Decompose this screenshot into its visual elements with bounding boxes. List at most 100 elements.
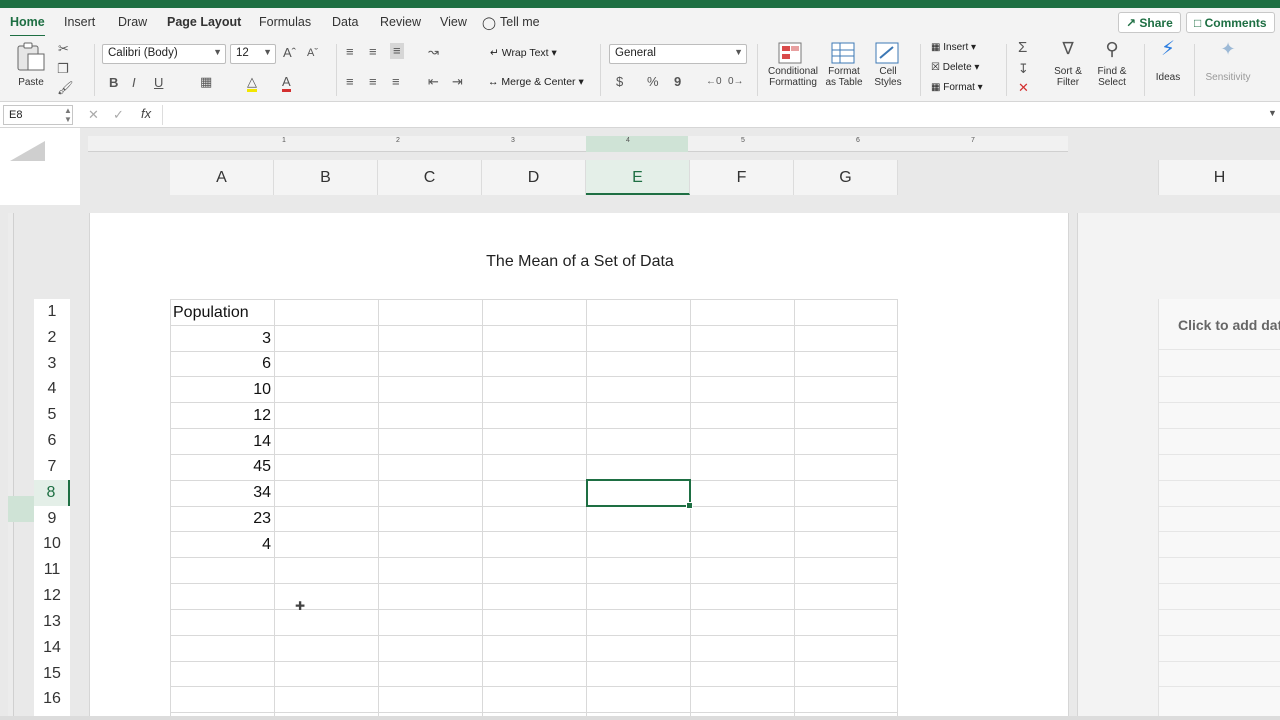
row-header-15[interactable]: 15 <box>34 661 70 687</box>
column-header-d[interactable]: D <box>482 160 586 195</box>
comma-button[interactable]: 9 <box>674 75 681 89</box>
row-header-9[interactable]: 9 <box>34 506 70 532</box>
fill-color-icon[interactable]: △ <box>247 75 257 92</box>
comments-button[interactable]: □ Comments <box>1186 12 1275 33</box>
sensitivity-button[interactable]: ✦ Sensitivity <box>1202 40 1254 83</box>
align-bottom-icon[interactable]: ≡ <box>390 43 404 59</box>
cell-a10[interactable]: 4 <box>170 532 274 558</box>
column-header-e[interactable]: E <box>586 160 690 195</box>
row-header-3[interactable]: 3 <box>34 351 70 377</box>
align-top-icon[interactable]: ≡ <box>346 45 354 59</box>
copy-icon[interactable]: ❐ <box>57 62 69 76</box>
cell-a8[interactable]: 34 <box>170 480 274 506</box>
format-cells-button[interactable]: ▦ Format ▾ <box>931 82 983 93</box>
column-header-g[interactable]: G <box>794 160 898 195</box>
ideas-button[interactable]: ⚡ Ideas <box>1152 39 1184 83</box>
cell-a6[interactable]: 14 <box>170 429 274 455</box>
tab-page-layout[interactable]: Page Layout <box>167 15 241 29</box>
row-header-10[interactable]: 10 <box>34 531 70 557</box>
tab-draw[interactable]: Draw <box>118 15 147 29</box>
align-left-icon[interactable]: ≡ <box>346 75 354 89</box>
column-header-a[interactable]: A <box>170 160 274 195</box>
paste-button[interactable]: Paste <box>14 42 48 88</box>
cell-a7[interactable]: 45 <box>170 454 274 480</box>
fx-icon[interactable]: fx <box>141 106 151 121</box>
format-painter-icon[interactable]: 🖌 <box>57 81 74 95</box>
conditional-formatting-button[interactable]: Conditional Formatting <box>766 42 820 88</box>
row-header-6[interactable]: 6 <box>34 428 70 454</box>
row-header-7[interactable]: 7 <box>34 454 70 480</box>
decrease-font-icon[interactable]: Aˇ <box>307 46 318 60</box>
tab-home[interactable]: Home <box>10 15 45 37</box>
share-button[interactable]: ↗ Share <box>1118 12 1181 33</box>
cancel-icon[interactable]: ✕ <box>88 107 99 123</box>
cell-grid[interactable]: Population 3 6 10 12 14 45 34 23 4 ✚ <box>170 299 898 720</box>
underline-button[interactable]: U <box>154 76 163 90</box>
tab-formulas[interactable]: Formulas <box>259 15 311 29</box>
font-color-icon[interactable]: A <box>282 75 291 92</box>
chevron-down-icon[interactable]: ▼ <box>1268 108 1277 118</box>
align-right-icon[interactable]: ≡ <box>392 75 400 89</box>
tell-me-search[interactable]: Tell me <box>500 15 540 29</box>
row-header-11[interactable]: 11 <box>34 557 70 583</box>
clear-icon[interactable]: ✕ <box>1018 81 1029 95</box>
tab-data[interactable]: Data <box>332 15 358 29</box>
column-header-f[interactable]: F <box>690 160 794 195</box>
align-center-icon[interactable]: ≡ <box>369 75 377 89</box>
check-icon[interactable]: ✓ <box>113 107 124 123</box>
currency-button[interactable]: $ <box>616 75 623 89</box>
cell-a4[interactable]: 10 <box>170 377 274 403</box>
merge-center-button[interactable]: ↔ Merge & Center ▾ <box>488 76 584 88</box>
cell-a1[interactable]: Population <box>170 300 274 326</box>
font-size-dropdown[interactable]: 12 ▼ <box>230 44 276 64</box>
page-header-title[interactable]: The Mean of a Set of Data <box>90 253 1070 271</box>
tab-insert[interactable]: Insert <box>64 15 95 29</box>
sort-filter-button[interactable]: ∇ Sort & Filter <box>1050 40 1086 88</box>
align-middle-icon[interactable]: ≡ <box>369 45 377 59</box>
row-header-13[interactable]: 13 <box>34 609 70 635</box>
select-all-corner[interactable] <box>0 128 80 205</box>
increase-indent-icon[interactable]: ⇥ <box>452 75 463 89</box>
borders-icon[interactable]: ▦ <box>200 75 212 89</box>
formula-input[interactable] <box>162 105 1262 125</box>
row-header-12[interactable]: 12 <box>34 583 70 609</box>
increase-decimal-icon[interactable]: ←0 <box>706 75 722 89</box>
italic-button[interactable]: I <box>132 76 136 90</box>
column-header-h[interactable]: H <box>1158 160 1280 195</box>
row-header-5[interactable]: 5 <box>34 402 70 428</box>
wrap-text-button[interactable]: ↵ Wrap Text ▾ <box>490 47 557 59</box>
bold-button[interactable]: B <box>109 76 118 90</box>
increase-font-icon[interactable]: Aˆ <box>283 46 296 60</box>
autosum-icon[interactable]: Σ <box>1018 40 1027 55</box>
row-header-1[interactable]: 1 <box>34 299 70 325</box>
active-cell-e8[interactable] <box>586 479 693 509</box>
decrease-indent-icon[interactable]: ⇤ <box>428 75 439 89</box>
orientation-icon[interactable]: ↝ <box>428 45 439 59</box>
cell-a3[interactable]: 6 <box>170 351 274 377</box>
row-header-2[interactable]: 2 <box>34 325 70 351</box>
tab-view[interactable]: View <box>440 15 467 29</box>
cell-a5[interactable]: 12 <box>170 403 274 429</box>
decrease-decimal-icon[interactable]: 0→ <box>728 75 744 89</box>
format-as-table-button[interactable]: Format as Table <box>822 42 866 88</box>
row-header-14[interactable]: 14 <box>34 635 70 661</box>
row-header-8[interactable]: 8 <box>34 480 70 506</box>
name-box-stepper[interactable]: ▲ ▼ <box>64 106 72 124</box>
column-header-b[interactable]: B <box>274 160 378 195</box>
click-to-add-data[interactable]: Click to add data <box>1178 317 1280 333</box>
font-name-dropdown[interactable]: Calibri (Body) ▼ <box>102 44 226 64</box>
cell-a9[interactable]: 23 <box>170 506 274 532</box>
fill-down-icon[interactable]: ↧ <box>1018 62 1029 76</box>
find-select-button[interactable]: ⚲ Find & Select <box>1094 40 1130 88</box>
scissors-icon[interactable]: ✂ <box>58 42 69 56</box>
insert-cells-button[interactable]: ▦ Insert ▾ <box>931 42 976 53</box>
cell-a2[interactable]: 3 <box>170 326 274 352</box>
name-box[interactable]: E8 <box>3 105 73 125</box>
horizontal-scrollbar[interactable] <box>0 716 1280 720</box>
tab-review[interactable]: Review <box>380 15 421 29</box>
column-header-c[interactable]: C <box>378 160 482 195</box>
row-header-16[interactable]: 16 <box>34 686 70 712</box>
cell-styles-button[interactable]: Cell Styles <box>868 42 908 88</box>
row-header-4[interactable]: 4 <box>34 376 70 402</box>
delete-cells-button[interactable]: ☒ Delete ▾ <box>931 62 979 73</box>
